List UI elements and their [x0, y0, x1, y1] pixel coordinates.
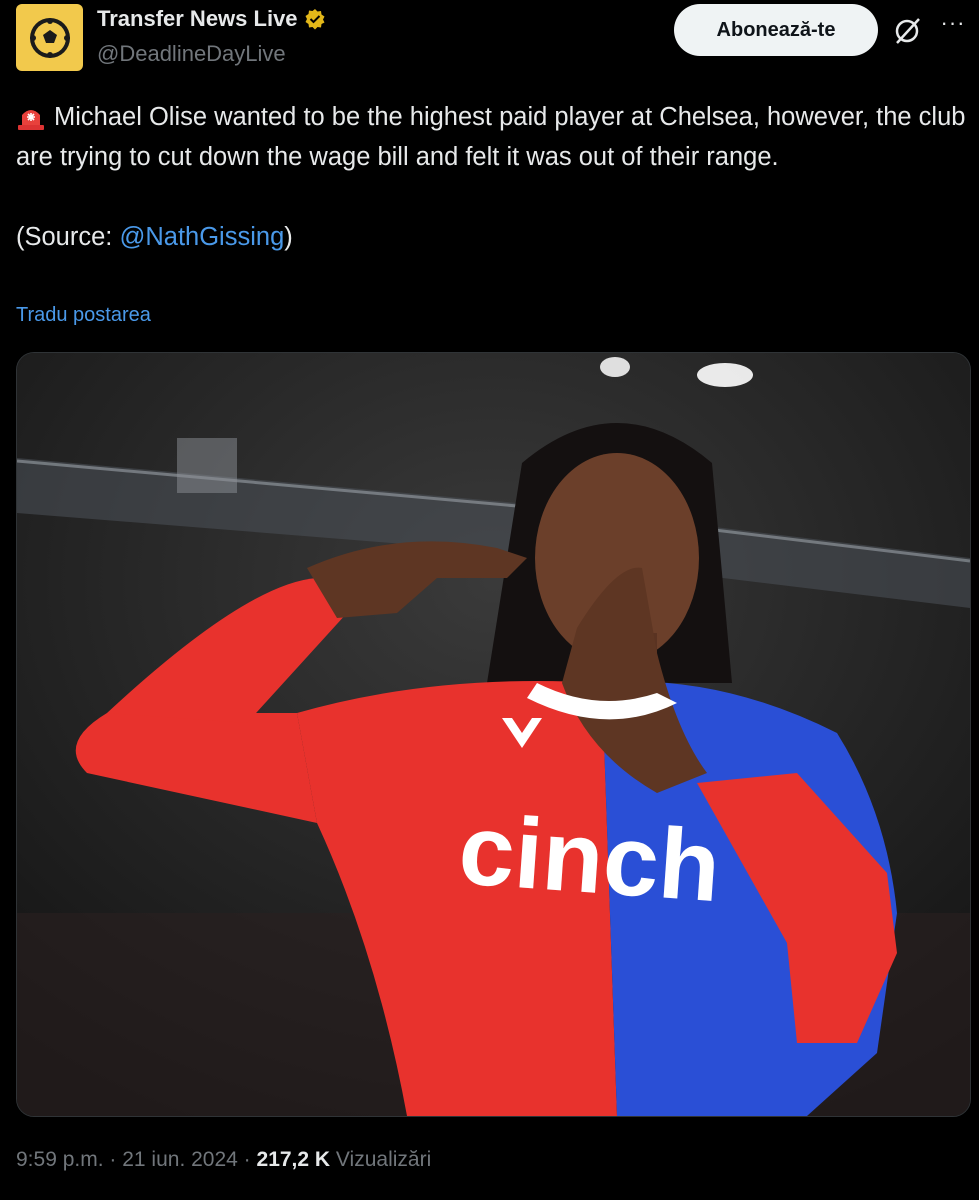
avatar[interactable]	[16, 4, 83, 71]
siren-icon	[18, 110, 44, 130]
source-mention-link[interactable]: @NathGissing	[119, 223, 284, 251]
author-name-text[interactable]: Transfer News Live	[97, 6, 298, 32]
grok-icon[interactable]	[890, 14, 924, 48]
author-handle[interactable]: @DeadlineDayLive	[97, 41, 286, 67]
post-time[interactable]: 9:59 p.m.	[16, 1148, 104, 1171]
football-icon	[29, 17, 70, 58]
separator: ·	[103, 1148, 123, 1171]
post-header: Transfer News Live @DeadlineDayLive Abon…	[0, 0, 979, 80]
author-name[interactable]: Transfer News Live	[97, 6, 326, 32]
post-text: Michael Olise wanted to be the highest p…	[16, 97, 966, 257]
source-suffix: )	[284, 223, 293, 251]
more-options-icon[interactable]: ···	[936, 10, 970, 44]
subscribe-button[interactable]: Abonează-te	[674, 4, 878, 56]
views-count: 217,2 K	[256, 1148, 331, 1171]
translate-post-link[interactable]: Tradu postarea	[16, 304, 151, 327]
shirt-sponsor-text: cinch	[455, 793, 723, 923]
post-image[interactable]: cinch	[16, 352, 971, 1117]
separator: ·	[237, 1148, 257, 1171]
player-photo: cinch	[17, 353, 970, 1116]
views-label: Vizualizări	[335, 1148, 432, 1171]
source-prefix: (Source:	[16, 223, 120, 251]
post-body-text: Michael Olise wanted to be the highest p…	[16, 103, 966, 171]
post-date[interactable]: 21 iun. 2024	[122, 1148, 238, 1171]
post-footer: 9:59 p.m. · 21 iun. 2024 · 217,2 K Vizua…	[16, 1148, 431, 1172]
verified-badge-icon	[305, 9, 325, 30]
